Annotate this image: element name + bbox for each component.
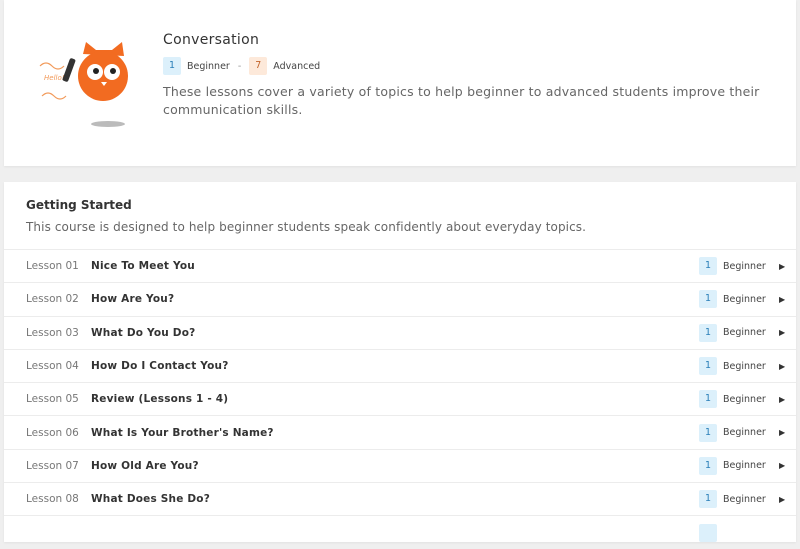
level-label: Beginner xyxy=(723,427,766,439)
level-label: Beginner xyxy=(187,60,230,72)
level-badge: 1 xyxy=(163,57,181,75)
lesson-name[interactable]: How Do I Contact You? xyxy=(91,360,229,372)
lesson-level: 1 Beginner xyxy=(699,456,766,475)
lesson-name[interactable]: Review (Lessons 1 - 4) xyxy=(91,393,228,405)
level-label: Beginner xyxy=(723,460,766,472)
level-label: Beginner xyxy=(723,360,766,372)
lesson-number: Lesson 07 xyxy=(26,459,79,472)
category-title: Conversation xyxy=(163,32,260,48)
lesson-number: Lesson 06 xyxy=(26,426,79,439)
lesson-number: Lesson 01 xyxy=(26,260,79,273)
lesson-number: Lesson 02 xyxy=(26,293,79,306)
level-label: Beginner xyxy=(723,393,766,405)
lesson-row[interactable]: Lesson 06 What Is Your Brother's Name? 1… xyxy=(4,415,796,448)
course-subtitle: This course is designed to help beginner… xyxy=(26,220,587,234)
category-header-card: Hello! Conversation 1 Beginner - 7 Advan… xyxy=(4,0,796,166)
lesson-level: 1 Beginner xyxy=(699,490,766,509)
caret-right-icon[interactable]: ▶ xyxy=(779,328,785,337)
level-badge: 1 xyxy=(699,490,717,509)
lesson-level: 1 Beginner xyxy=(699,323,766,342)
lesson-row[interactable]: Lesson 03 What Do You Do? 1 Beginner ▶ xyxy=(4,315,796,349)
caret-right-icon[interactable]: ▶ xyxy=(779,295,785,304)
level-label: Beginner xyxy=(723,327,766,339)
level-badge: 1 xyxy=(699,290,717,309)
level-badge: 1 xyxy=(699,390,717,409)
mascot-hello-text: Hello! xyxy=(44,74,65,82)
lesson-number: Lesson 08 xyxy=(26,493,79,506)
course-card: Getting Started This course is designed … xyxy=(4,182,796,542)
lesson-number: Lesson 04 xyxy=(26,360,79,373)
level-badge: 1 xyxy=(699,456,717,475)
lesson-row[interactable]: Lesson 08 What Does She Do? 1 Beginner ▶ xyxy=(4,482,796,515)
category-description: These lessons cover a variety of topics … xyxy=(163,84,760,117)
caret-right-icon[interactable]: ▶ xyxy=(779,362,785,371)
lesson-level xyxy=(699,523,723,542)
level-range: 1 Beginner - 7 Advanced xyxy=(163,57,320,75)
lesson-name[interactable]: What Is Your Brother's Name? xyxy=(91,427,274,439)
level-badge: 1 xyxy=(699,423,717,442)
level-badge: 7 xyxy=(249,57,268,75)
level-badge: 1 xyxy=(699,257,717,276)
caret-right-icon[interactable]: ▶ xyxy=(779,461,785,470)
lesson-name[interactable]: What Do You Do? xyxy=(91,327,195,339)
caret-right-icon[interactable]: ▶ xyxy=(779,495,785,504)
lesson-number: Lesson 03 xyxy=(26,326,79,339)
level-badge: 1 xyxy=(699,357,717,376)
caret-right-icon[interactable]: ▶ xyxy=(779,262,785,271)
course-title: Getting Started xyxy=(26,198,132,212)
lesson-row[interactable]: Lesson 04 How Do I Contact You? 1 Beginne… xyxy=(4,348,796,382)
level-label: Beginner xyxy=(723,260,766,272)
level-separator: - xyxy=(237,60,242,72)
lesson-level: 1 Beginner xyxy=(699,257,766,276)
level-label: Beginner xyxy=(723,293,766,305)
caret-right-icon[interactable]: ▶ xyxy=(779,395,785,404)
level-label: Beginner xyxy=(723,493,766,505)
lesson-name[interactable]: What Does She Do? xyxy=(91,493,210,505)
lesson-name[interactable]: How Are You? xyxy=(91,293,174,305)
lesson-row[interactable]: Lesson 05 Review (Lessons 1 - 4) 1 Beginn… xyxy=(4,382,796,415)
lesson-name[interactable]: How Old Are You? xyxy=(91,460,199,472)
lesson-level: 1 Beginner xyxy=(699,290,766,309)
lesson-level: 1 Beginner xyxy=(699,357,766,376)
caret-right-icon[interactable]: ▶ xyxy=(779,428,785,437)
owl-mascot-icon: Hello! xyxy=(39,42,128,127)
lesson-row[interactable]: Lesson 07 How Old Are You? 1 Beginner ▶ xyxy=(4,448,796,482)
level-label: Advanced xyxy=(273,60,321,72)
level-badge: 1 xyxy=(699,323,717,342)
lesson-row[interactable]: Lesson 01 Nice To Meet You 1 Beginner ▶ xyxy=(4,249,796,282)
lesson-level: 1 Beginner xyxy=(699,390,766,409)
level-badge xyxy=(699,523,717,542)
lesson-list: Lesson 01 Nice To Meet You 1 Beginner ▶ Le… xyxy=(4,249,796,549)
lesson-level: 1 Beginner xyxy=(699,423,766,442)
lesson-name[interactable]: Nice To Meet You xyxy=(91,260,195,272)
lesson-number: Lesson 05 xyxy=(26,393,79,406)
lesson-row[interactable]: Lesson 02 How Are You? 1 Beginner ▶ xyxy=(4,282,796,315)
lesson-row-partial xyxy=(4,515,796,548)
